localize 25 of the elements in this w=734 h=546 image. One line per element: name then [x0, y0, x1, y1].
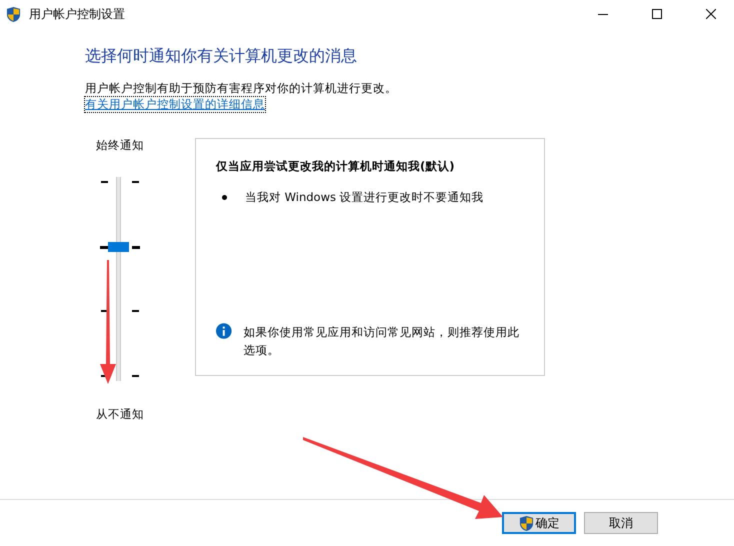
panel-title: 仅当应用尝试更改我的计算机时通知我(默认): [216, 159, 456, 174]
shield-icon: [6, 6, 21, 22]
shield-icon: [518, 514, 534, 532]
tick-mark: [132, 375, 139, 376]
help-link[interactable]: 有关用户帐户控制设置的详细信息: [85, 97, 265, 112]
note-text: 如果你使用常见应用和访问常见网站，则推荐使用此选项。: [244, 324, 521, 359]
close-icon[interactable]: [706, 9, 716, 19]
tick-mark: [132, 310, 139, 312]
window-title: 用户帐户控制设置: [29, 6, 126, 22]
tick-mark: [132, 181, 139, 182]
tick-mark: [100, 246, 108, 249]
ok-button[interactable]: 确定: [502, 512, 576, 534]
maximize-icon[interactable]: [652, 9, 662, 19]
heading: 选择何时通知你有关计算机更改的消息: [85, 46, 358, 67]
cancel-button[interactable]: 取消: [584, 512, 658, 534]
bullet-text: 当我对 Windows 设置进行更改时不要通知我: [245, 190, 484, 205]
tick-mark: [101, 181, 108, 182]
tick-mark: [101, 310, 108, 312]
bullet-icon: [222, 195, 227, 200]
slider-top-label: 始终通知: [96, 138, 144, 153]
tick-mark: [132, 246, 140, 249]
info-icon: [216, 323, 232, 339]
slider-bottom-label: 从不通知: [96, 407, 144, 422]
slider-thumb[interactable]: [108, 242, 129, 252]
description: 用户帐户控制有助于预防有害程序对你的计算机进行更改。: [85, 81, 398, 96]
